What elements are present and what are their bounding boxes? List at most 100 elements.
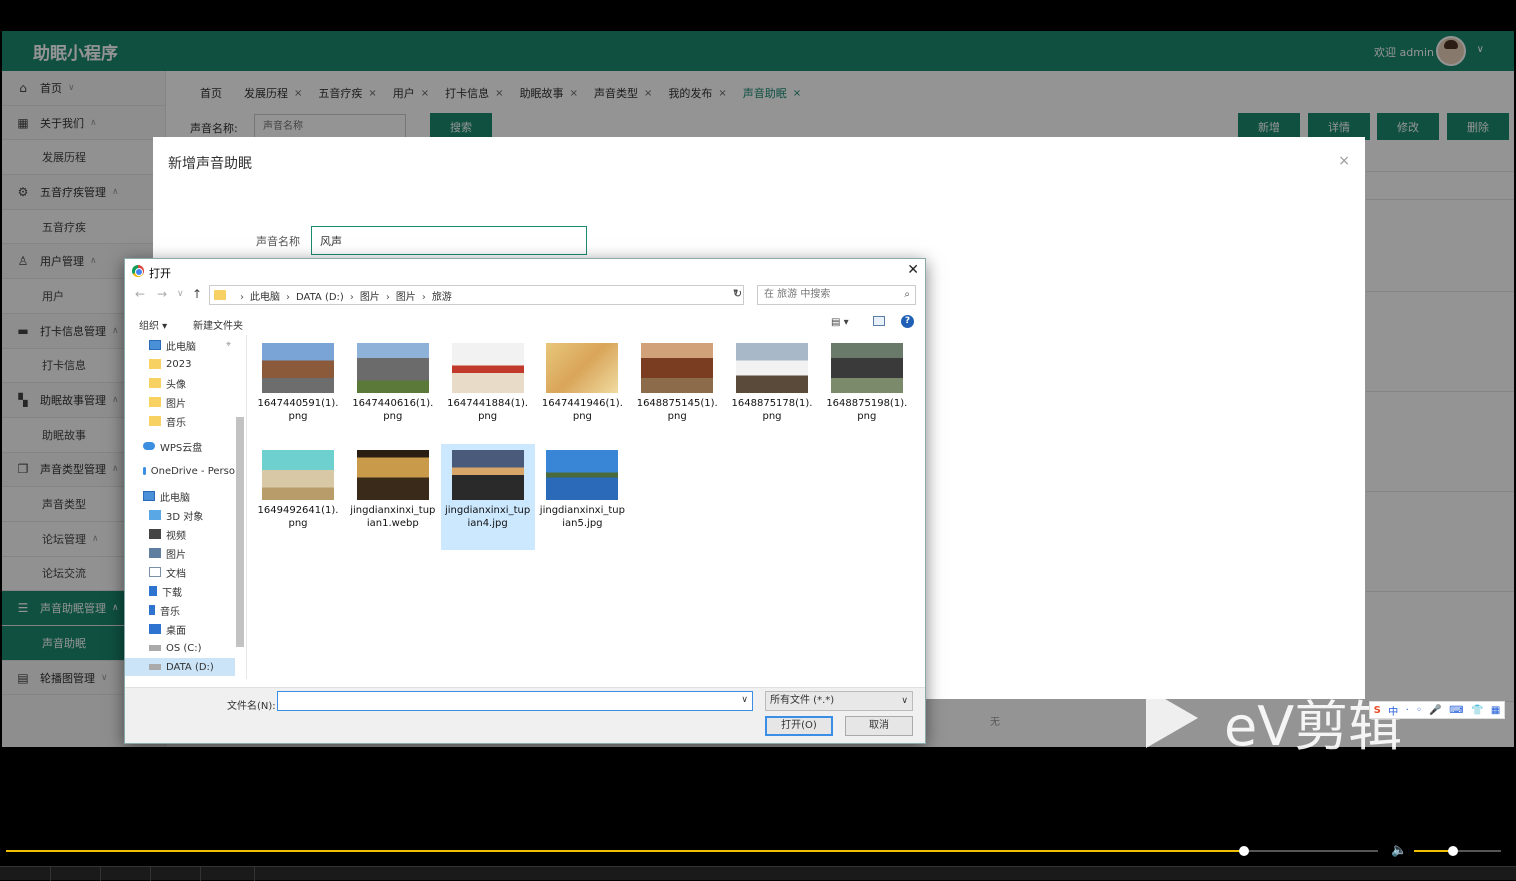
ime-button[interactable]: S [1374, 705, 1381, 716]
up-arrow-icon[interactable]: ↑ [192, 287, 202, 301]
img-icon [149, 548, 161, 558]
breadcrumb-item[interactable]: DATA (D:) [296, 292, 344, 303]
nav-pane-item[interactable]: WPS云盘 [125, 437, 235, 455]
chevron-down-icon[interactable]: ∨ [741, 695, 748, 705]
chevron-right-icon: › [286, 291, 290, 303]
volume-handle[interactable] [1448, 846, 1458, 856]
file-name: jingdianxinxi_tupian4.jpg [445, 505, 531, 529]
file-list: 1647440591(1).png 1647440616(1).png 164744… [251, 337, 923, 677]
preview-pane-icon[interactable] [873, 316, 885, 326]
nav-pane-label: OneDrive - Perso [150, 465, 235, 477]
ime-toolbar[interactable]: S 中 · ◦ 🎤 ⌨ 👕 ▦ [1369, 701, 1505, 719]
ime-button[interactable]: 中 [1388, 703, 1398, 718]
nav-pane-label: 2023 [166, 358, 192, 370]
nav-pane-item[interactable]: 文档 [125, 563, 235, 581]
chevron-down-icon: ∨ [901, 696, 908, 706]
nav-pane-item[interactable]: DATA (D:) [125, 658, 235, 676]
sound-name-input[interactable] [311, 226, 587, 255]
address-bar[interactable]: › 此电脑 › DATA (D:) › 图片 › 图片 › 旅游 ∨ [209, 285, 744, 305]
help-icon[interactable]: ? [901, 315, 914, 328]
nav-pane-item[interactable]: 下载 [125, 582, 235, 600]
dialog-title: 打开 [149, 267, 171, 280]
chevron-right-icon: › [349, 291, 354, 303]
file-item[interactable]: jingdianxinxi_tupian5.jpg [535, 444, 629, 550]
nav-pane-item[interactable]: 2023 [125, 355, 235, 373]
file-item[interactable]: 1647440616(1).png [346, 337, 440, 443]
nav-pane-item[interactable]: 头像 [125, 374, 235, 392]
file-item[interactable]: 1647441884(1).png [441, 337, 535, 443]
nav-pane-label: OS (C:) [166, 642, 202, 654]
close-icon[interactable]: × [1338, 153, 1350, 169]
close-icon[interactable]: ✕ [907, 262, 919, 278]
nav-pane-label: 视频 [166, 530, 186, 542]
video-icon [149, 529, 161, 539]
refresh-icon[interactable]: ↻ [733, 287, 742, 300]
filename-input[interactable]: ∨ [277, 691, 753, 711]
progress-played[interactable] [6, 850, 1244, 852]
folder-search-input[interactable]: 在 旅游 中搜索 ⌕ [757, 285, 916, 305]
nav-pane-item[interactable]: 图片 [125, 544, 235, 562]
new-folder-button[interactable]: 新建文件夹 [193, 317, 243, 332]
file-item[interactable]: jingdianxinxi_tupian1.webp [346, 444, 440, 550]
file-name: 1647441884(1).png [447, 398, 529, 422]
drive-icon [149, 645, 161, 651]
file-name: 1648875198(1).png [826, 398, 908, 422]
nav-pane-item[interactable]: 音乐 [125, 412, 235, 430]
file-name: 1647440591(1).png [257, 398, 339, 422]
nav-pane-label: 图片 [166, 549, 186, 561]
ime-button[interactable]: ⌨ [1449, 705, 1463, 716]
file-item[interactable]: 1647440591(1).png [251, 337, 345, 443]
breadcrumb-item[interactable]: 图片 [360, 292, 380, 303]
file-item[interactable]: 1649492641(1).png [251, 444, 345, 550]
player-bottom-bar [0, 866, 1516, 881]
nav-pane-item[interactable]: OneDrive - Perso [125, 462, 235, 480]
music-icon [149, 605, 155, 615]
file-thumbnail [262, 343, 334, 393]
volume-icon[interactable]: 🔈 [1391, 843, 1407, 858]
volume-remaining[interactable] [1453, 850, 1501, 852]
nav-pane-label: 音乐 [166, 417, 186, 429]
nav-pane-item[interactable]: 音乐 [125, 601, 235, 619]
nav-pane-item[interactable]: OS (C:) [125, 639, 235, 657]
file-item[interactable]: 1648875178(1).png [725, 337, 819, 443]
nav-pane-item[interactable]: 3D 对象 [125, 506, 235, 524]
nav-pane-item[interactable]: 桌面 [125, 620, 235, 638]
progress-remaining[interactable] [1244, 850, 1378, 852]
nav-pane-item[interactable]: 此电脑 ⌖ [125, 336, 235, 354]
ime-button[interactable]: 🎤 [1429, 705, 1441, 716]
file-item[interactable]: 1648875145(1).png [630, 337, 724, 443]
nav-pane-item[interactable]: 此电脑 [125, 487, 235, 505]
file-type-select[interactable]: 所有文件 (*.*) ∨ [765, 691, 913, 711]
ime-button[interactable]: 👕 [1471, 705, 1483, 716]
recent-dropdown-icon[interactable]: ∨ [177, 289, 184, 299]
drive-icon [149, 664, 161, 670]
folder-icon [214, 290, 226, 300]
progress-handle[interactable] [1239, 846, 1249, 856]
ime-button[interactable]: ▦ [1491, 705, 1500, 716]
file-item[interactable]: 1647441946(1).png [535, 337, 629, 443]
file-thumbnail [546, 450, 619, 500]
back-arrow-icon[interactable]: ← [135, 287, 145, 301]
file-item[interactable]: jingdianxinxi_tupian4.jpg [440, 444, 535, 550]
dialog-footer: 文件名(N): ∨ 所有文件 (*.*) ∨ 打开(O) 取消 [125, 687, 925, 743]
file-thumbnail [546, 343, 619, 393]
ime-button[interactable]: ◦ [1416, 705, 1422, 716]
cancel-button[interactable]: 取消 [845, 716, 913, 736]
breadcrumb-item[interactable]: 此电脑 [250, 292, 280, 303]
nav-pane-item[interactable]: 图片 [125, 393, 235, 411]
organize-menu[interactable]: 组织 ▾ [139, 317, 167, 332]
forward-arrow-icon[interactable]: → [157, 287, 167, 301]
nav-pane-label: 3D 对象 [166, 511, 204, 523]
scrollbar[interactable] [236, 417, 244, 647]
ime-button[interactable]: · [1406, 705, 1409, 716]
folder-icon [149, 359, 161, 369]
breadcrumb-item[interactable]: 旅游 [432, 292, 452, 303]
file-item[interactable]: 1648875198(1).png [820, 337, 914, 443]
folder-icon [149, 378, 161, 388]
breadcrumb-item[interactable]: 图片 [396, 292, 416, 303]
view-options-icon[interactable]: ▤ ▾ [831, 317, 849, 328]
open-button[interactable]: 打开(O) [765, 716, 833, 736]
file-name: 1648875178(1).png [731, 398, 813, 422]
nav-pane-label: 图片 [166, 398, 186, 410]
nav-pane-item[interactable]: 视频 [125, 525, 235, 543]
